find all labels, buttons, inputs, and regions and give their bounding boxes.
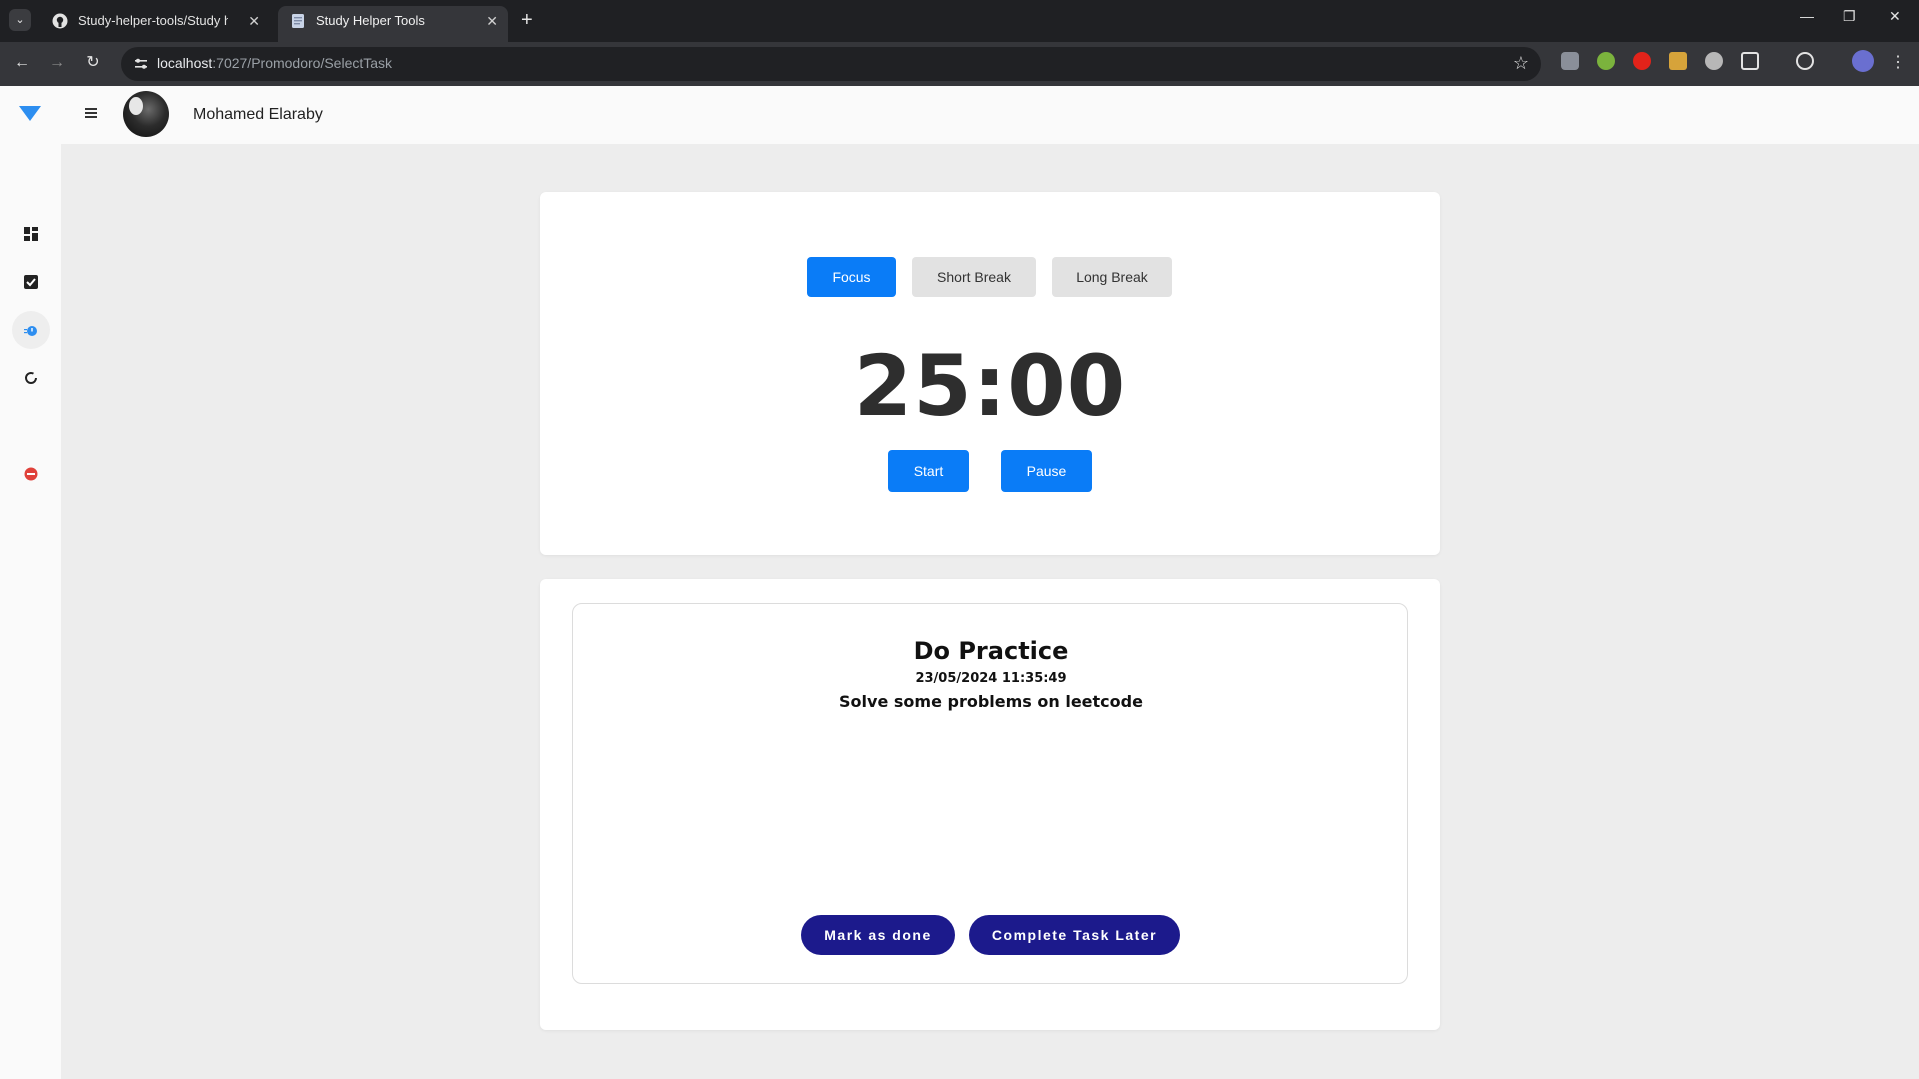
long-break-button[interactable]: Long Break — [1052, 257, 1172, 297]
complete-task-later-button[interactable]: Complete Task Later — [969, 915, 1180, 955]
tab-search-icon[interactable]: ⌄ — [9, 9, 31, 31]
task-title: Do Practice — [913, 637, 1069, 665]
browser-tab-active[interactable]: Study Helper Tools ✕ — [278, 6, 508, 42]
glasses-extension-icon[interactable] — [1705, 52, 1723, 70]
tab-title: Study Helper Tools — [316, 13, 425, 28]
window-close-icon[interactable]: ✕ — [1889, 8, 1901, 25]
back-icon[interactable]: ← — [11, 53, 33, 73]
main-area-corner — [61, 144, 91, 174]
restore-icon[interactable]: ❐ — [1843, 8, 1856, 25]
bookmark-star-icon[interactable]: ☆ — [1513, 53, 1529, 74]
timer-icon[interactable] — [24, 323, 38, 337]
new-tab-icon[interactable]: + — [521, 8, 533, 32]
task-details: Do Practice 23/05/2024 11:35:49 Solve so… — [572, 603, 1408, 984]
adblock-extension-icon[interactable] — [1633, 52, 1651, 70]
close-tab-icon[interactable]: ✕ — [248, 6, 260, 36]
address-bar[interactable]: localhost:7027/Promodoro/SelectTask ☆ — [121, 47, 1541, 81]
profile-avatar-icon[interactable] — [1852, 50, 1874, 72]
refresh-icon[interactable] — [24, 371, 38, 385]
sidebar — [0, 144, 61, 1079]
checkbox-icon[interactable] — [24, 275, 38, 289]
avatar[interactable] — [123, 91, 169, 137]
history-icon[interactable] — [1796, 52, 1814, 70]
task-date: 23/05/2024 11:35:49 — [915, 671, 1067, 686]
focus-mode-button[interactable]: Focus — [807, 257, 896, 297]
extensions-puzzle-icon[interactable] — [1741, 52, 1759, 70]
browser-tab-bar: ⌄ Study-helper-tools/Study helpe ✕ Study… — [0, 0, 1919, 42]
short-break-button[interactable]: Short Break — [912, 257, 1036, 297]
more-menu-icon[interactable]: ⋮ — [1887, 53, 1909, 73]
page-icon — [292, 14, 304, 28]
dashboard-icon[interactable] — [24, 227, 38, 241]
forward-icon[interactable]: → — [46, 53, 68, 73]
url-text: localhost:7027/Promodoro/SelectTask — [157, 55, 392, 71]
reload-icon[interactable]: ↻ — [82, 53, 104, 73]
selected-task-card: Do Practice 23/05/2024 11:35:49 Solve so… — [540, 579, 1440, 1030]
pause-button[interactable]: Pause — [1001, 450, 1092, 492]
site-info-icon[interactable] — [133, 56, 149, 72]
app-header: Mohamed Elaraby — [0, 86, 1919, 144]
plus-extension-icon[interactable] — [1597, 52, 1615, 70]
minimize-icon[interactable]: — — [1800, 8, 1814, 24]
browser-tab-github[interactable]: Study-helper-tools/Study helpe ✕ — [40, 6, 270, 42]
github-icon — [52, 13, 68, 29]
timer-display: 25:00 — [853, 337, 1127, 435]
user-name: Mohamed Elaraby — [193, 106, 323, 123]
mark-as-done-button[interactable]: Mark as done — [801, 915, 955, 955]
tab-title: Study-helper-tools/Study helpe — [78, 13, 228, 28]
pencil-extension-icon[interactable] — [1669, 52, 1687, 70]
pomodoro-timer-card: Focus Short Break Long Break 25:00 Start… — [540, 192, 1440, 555]
close-tab-icon[interactable]: ✕ — [486, 6, 498, 36]
menu-toggle-icon[interactable] — [85, 108, 97, 118]
start-button[interactable]: Start — [888, 450, 969, 492]
shield-extension-icon[interactable] — [1561, 52, 1579, 70]
logout-icon[interactable] — [24, 467, 38, 481]
url-path: :7027/Promodoro/SelectTask — [212, 55, 393, 71]
task-description: Solve some problems on leetcode — [839, 692, 1143, 711]
url-host: localhost — [157, 55, 213, 71]
browser-toolbar: ← → ↻ localhost:7027/Promodoro/SelectTas… — [0, 42, 1919, 86]
app-logo-icon[interactable] — [19, 106, 41, 121]
